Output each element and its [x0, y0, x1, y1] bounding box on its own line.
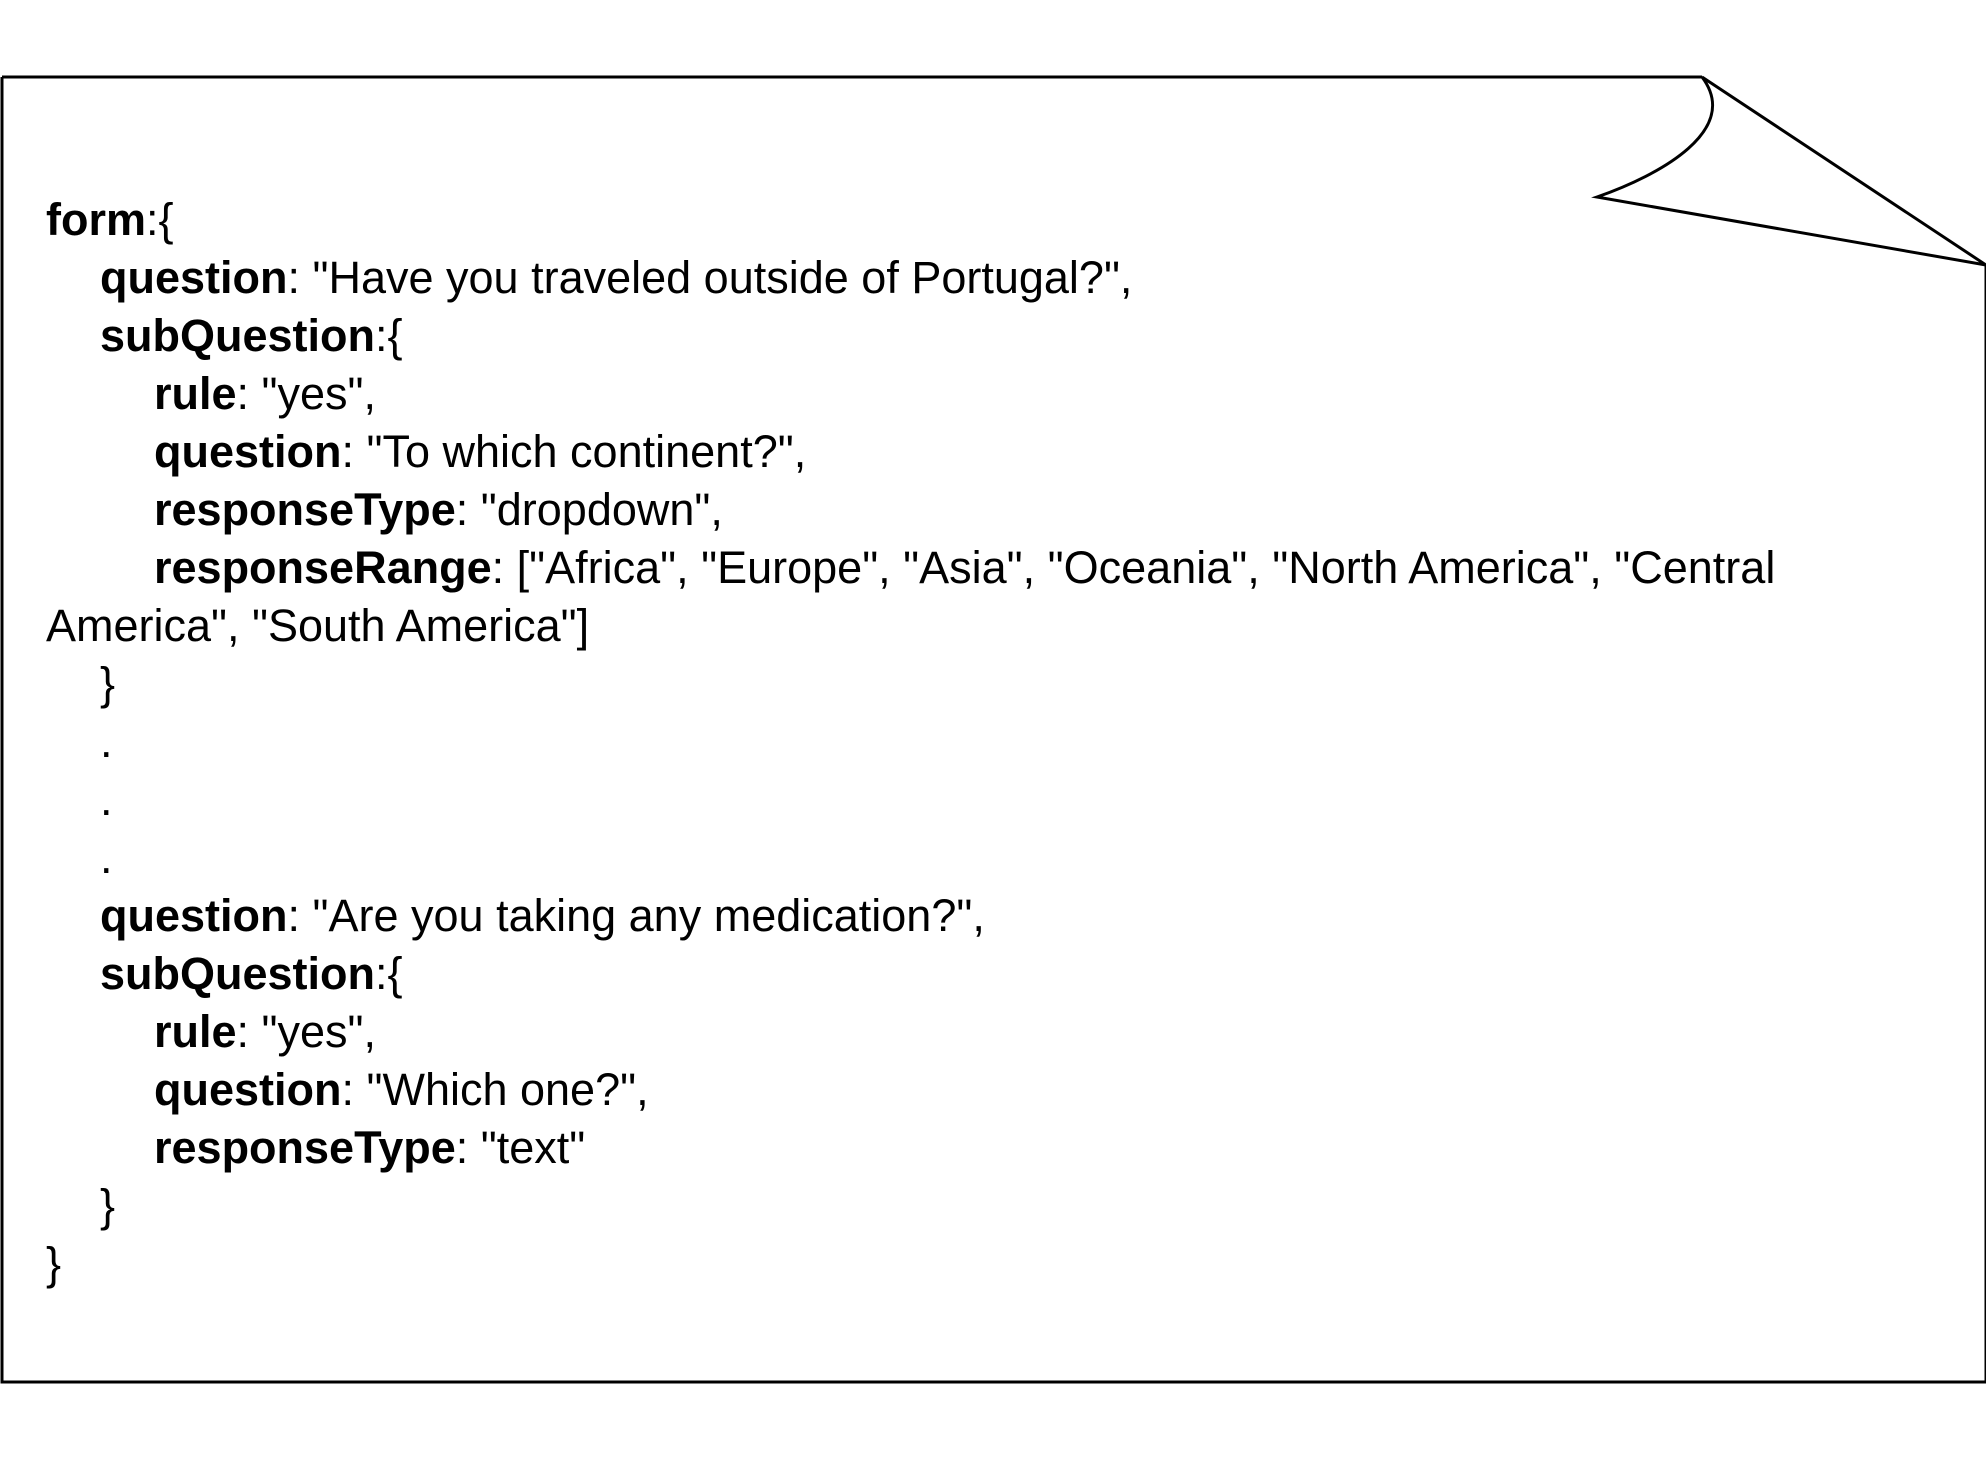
code-ellipsis-dot: . — [100, 716, 113, 767]
code-value: : "Are you taking any medication?", — [287, 890, 985, 941]
code-brace: } — [100, 658, 116, 709]
code-line: subQuestion:{ — [46, 945, 1926, 1003]
code-line: . — [46, 771, 1926, 829]
code-value: : "To which continent?", — [341, 426, 807, 477]
code-line: . — [46, 713, 1926, 771]
code-value: : "yes", — [236, 368, 377, 419]
code-line: subQuestion:{ — [46, 307, 1926, 365]
code-line: responseType: "dropdown", — [46, 481, 1926, 539]
code-ellipsis-dot: . — [100, 832, 113, 883]
code-line: rule: "yes", — [46, 1003, 1926, 1061]
code-line: } — [46, 1177, 1926, 1235]
code-line: } — [46, 1235, 1926, 1293]
code-key: responseRange — [154, 542, 492, 593]
code-line: responseType: "text" — [46, 1119, 1926, 1177]
code-line: rule: "yes", — [46, 365, 1926, 423]
code-key: question — [154, 1064, 342, 1115]
code-line: question: "Have you traveled outside of … — [46, 249, 1926, 307]
code-value: :{ — [375, 310, 403, 361]
code-line: question: "Which one?", — [46, 1061, 1926, 1119]
code-line: form:{ — [46, 191, 1926, 249]
code-value: : "text" — [455, 1122, 586, 1173]
code-key: form — [46, 194, 146, 245]
code-ellipsis-dot: . — [100, 774, 113, 825]
code-line: . — [46, 829, 1926, 887]
code-value: : "yes", — [236, 1006, 377, 1057]
code-key: subQuestion — [100, 310, 376, 361]
code-line: question: "Are you taking any medication… — [46, 887, 1926, 945]
code-key: question — [154, 426, 342, 477]
code-value: :{ — [375, 948, 403, 999]
code-key: rule — [154, 1006, 237, 1057]
code-key: subQuestion — [100, 948, 376, 999]
code-brace: } — [46, 1238, 62, 1289]
code-key: question — [100, 890, 288, 941]
code-brace: } — [100, 1180, 116, 1231]
code-line: } — [46, 655, 1926, 713]
code-line: responseRange: ["Africa", "Europe", "Asi… — [46, 539, 1926, 655]
code-block: form:{ question: "Have you traveled outs… — [46, 191, 1926, 1293]
code-value: :{ — [146, 194, 174, 245]
code-key: responseType — [154, 1122, 456, 1173]
code-key: responseType — [154, 484, 456, 535]
code-key: question — [100, 252, 288, 303]
code-value: : "Which one?", — [341, 1064, 649, 1115]
code-value: : "dropdown", — [455, 484, 723, 535]
code-key: rule — [154, 368, 237, 419]
code-line: question: "To which continent?", — [46, 423, 1926, 481]
code-value: : "Have you traveled outside of Portugal… — [287, 252, 1133, 303]
